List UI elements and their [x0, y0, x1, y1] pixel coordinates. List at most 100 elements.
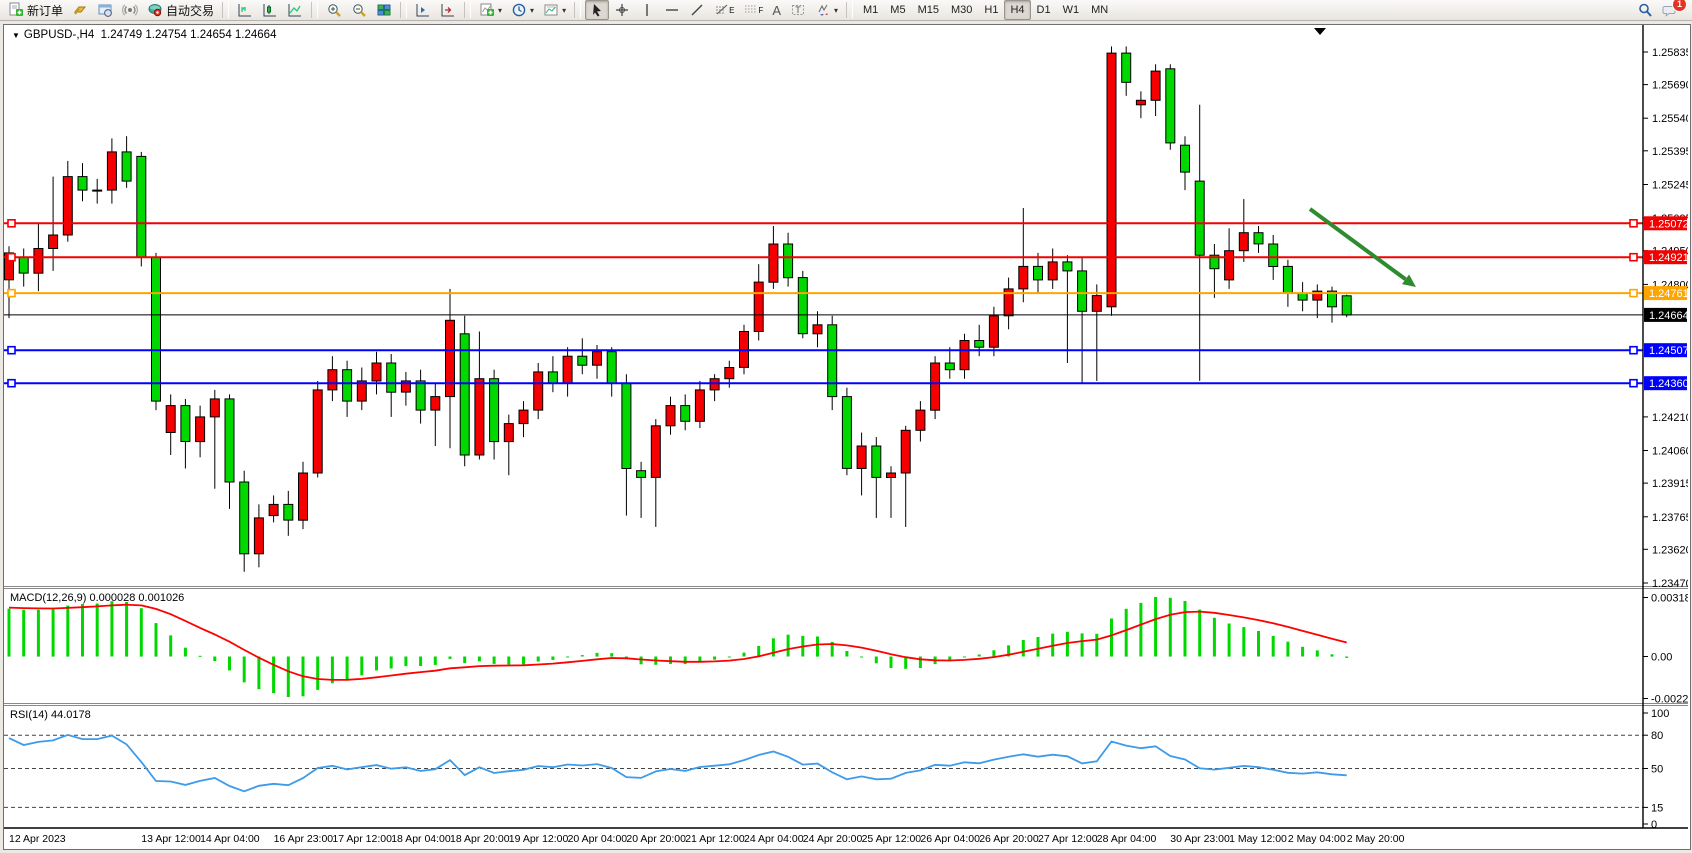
svg-text:1.25540: 1.25540	[1652, 113, 1688, 125]
svg-text:15: 15	[1651, 802, 1663, 814]
data-window-icon	[97, 2, 113, 18]
mt4-window: { "toolbar": { "new_order_label": "新订单",…	[0, 0, 1692, 853]
navigator-icon	[122, 2, 138, 18]
templates-button[interactable]: ▾	[539, 0, 570, 20]
svg-text:1.25835: 1.25835	[1652, 47, 1688, 59]
tf-mn[interactable]: MN	[1085, 0, 1114, 20]
indicators-button[interactable]: ▾	[475, 0, 506, 20]
tf-m5[interactable]: M5	[884, 0, 911, 20]
candle-chart-icon	[262, 2, 278, 18]
svg-text:1.23915: 1.23915	[1652, 478, 1688, 490]
chart-shift-button[interactable]	[436, 0, 460, 20]
new-order-icon	[8, 2, 24, 18]
svg-text:0.003181: 0.003181	[1651, 593, 1688, 605]
svg-text:19 Apr 12:00: 19 Apr 12:00	[509, 833, 569, 845]
bar-chart-button[interactable]	[233, 0, 257, 20]
auto-scroll-icon	[415, 2, 431, 18]
auto-scroll-button[interactable]	[411, 0, 435, 20]
tf-h4[interactable]: H4	[1004, 0, 1030, 20]
label-tool-button[interactable]: T	[786, 0, 810, 20]
tf-m1[interactable]: M1	[857, 0, 884, 20]
svg-text:14 Apr 04:00: 14 Apr 04:00	[200, 833, 260, 845]
svg-text:30 Apr 23:00: 30 Apr 23:00	[1170, 833, 1230, 845]
bar-chart-icon	[237, 2, 253, 18]
svg-text:24 Apr 04:00: 24 Apr 04:00	[744, 833, 804, 845]
svg-text:1.24921: 1.24921	[1649, 252, 1688, 264]
crosshair-icon	[614, 2, 630, 18]
search-button[interactable]	[1633, 0, 1657, 20]
svg-text:1.24360: 1.24360	[1649, 378, 1688, 390]
chart-window[interactable]: ▼GBPUSD-,H4 1.24749 1.24754 1.24654 1.24…	[3, 24, 1691, 850]
hline-tool-button[interactable]	[660, 0, 684, 20]
svg-text:18 Apr 20:00: 18 Apr 20:00	[450, 833, 510, 845]
candlestick-chart[interactable]: 0.0031810.00-0.0022610080501501.258351.2…	[4, 25, 1688, 847]
svg-text:24 Apr 20:00: 24 Apr 20:00	[803, 833, 863, 845]
svg-text:0.00: 0.00	[1651, 652, 1672, 664]
svg-text:27 Apr 12:00: 27 Apr 12:00	[1038, 833, 1098, 845]
tf-h1[interactable]: H1	[978, 0, 1004, 20]
svg-text:1.23620: 1.23620	[1652, 544, 1688, 556]
hline-icon	[664, 2, 680, 18]
zoom-in-button[interactable]	[322, 0, 346, 20]
trendline-icon	[689, 2, 705, 18]
periods-button[interactable]: ▾	[507, 0, 538, 20]
tf-m30[interactable]: M30	[945, 0, 978, 20]
channel-tool-button[interactable]: F	[739, 0, 767, 20]
text-tool-button[interactable]: A	[768, 0, 785, 20]
tf-w1[interactable]: W1	[1057, 0, 1086, 20]
arrows-tool-button[interactable]: ▾	[811, 0, 842, 20]
chart-title-ohlc: 1.24749 1.24754 1.24654 1.24664	[101, 29, 277, 41]
search-icon	[1637, 2, 1653, 18]
svg-text:2 May 04:00: 2 May 04:00	[1288, 833, 1346, 845]
vline-tool-button[interactable]	[635, 0, 659, 20]
separator	[400, 2, 407, 18]
fibonacci-icon	[714, 2, 730, 18]
trendline-tool-button[interactable]	[685, 0, 709, 20]
line-chart-button[interactable]	[283, 0, 307, 20]
time-axis[interactable]: 12 Apr 202313 Apr 12:0014 Apr 04:0016 Ap…	[9, 833, 1405, 845]
svg-text:26 Apr 04:00: 26 Apr 04:00	[920, 833, 980, 845]
collapse-triangle-icon[interactable]: ▼	[12, 31, 20, 40]
svg-text:16 Apr 23:00: 16 Apr 23:00	[274, 833, 334, 845]
svg-text:1 May 12:00: 1 May 12:00	[1229, 833, 1287, 845]
svg-text:1.24060: 1.24060	[1652, 446, 1688, 458]
channel-glyph: F	[758, 6, 763, 15]
market-watch-button[interactable]	[68, 0, 92, 20]
crosshair-tool-button[interactable]	[610, 0, 634, 20]
auto-trading-button[interactable]: 自动交易	[143, 0, 218, 20]
tile-windows-icon	[376, 2, 392, 18]
zoom-out-button[interactable]	[347, 0, 371, 20]
dropdown-caret: ▾	[834, 6, 838, 15]
channel-icon	[743, 2, 759, 18]
svg-text:28 Apr 04:00: 28 Apr 04:00	[1097, 833, 1157, 845]
vline-icon	[639, 2, 655, 18]
navigator-button[interactable]	[118, 0, 142, 20]
cursor-icon	[589, 2, 605, 18]
auto-trading-label: 自动交易	[166, 2, 214, 19]
svg-text:0: 0	[1651, 819, 1657, 831]
market-watch-icon	[72, 2, 88, 18]
chart-title: ▼GBPUSD-,H4 1.24749 1.24754 1.24654 1.24…	[12, 29, 276, 41]
svg-text:1.24761: 1.24761	[1649, 288, 1688, 300]
auto-trading-icon	[147, 2, 163, 18]
notifications-button[interactable]: 1	[1658, 0, 1682, 20]
tf-d1[interactable]: D1	[1031, 0, 1057, 20]
fibonacci-tool-button[interactable]: E	[710, 0, 738, 20]
fibonacci-glyph: E	[729, 6, 734, 15]
svg-text:1.25072: 1.25072	[1649, 218, 1688, 230]
candle-chart-button[interactable]	[258, 0, 282, 20]
svg-text:18 Apr 04:00: 18 Apr 04:00	[391, 833, 451, 845]
label-tool-icon: T	[790, 2, 806, 18]
svg-text:25 Apr 12:00: 25 Apr 12:00	[862, 833, 922, 845]
arrows-tool-icon	[815, 2, 831, 18]
svg-text:1.25395: 1.25395	[1652, 146, 1688, 158]
new-order-button[interactable]: 新订单	[4, 0, 67, 20]
tf-m15[interactable]: M15	[912, 0, 945, 20]
data-window-button[interactable]	[93, 0, 117, 20]
separator	[311, 2, 318, 18]
svg-text:-0.00226: -0.00226	[1651, 694, 1688, 706]
tile-windows-button[interactable]	[372, 0, 396, 20]
cursor-tool-button[interactable]	[585, 0, 609, 20]
svg-text:12 Apr 2023: 12 Apr 2023	[9, 833, 66, 845]
zoom-in-icon	[326, 2, 342, 18]
